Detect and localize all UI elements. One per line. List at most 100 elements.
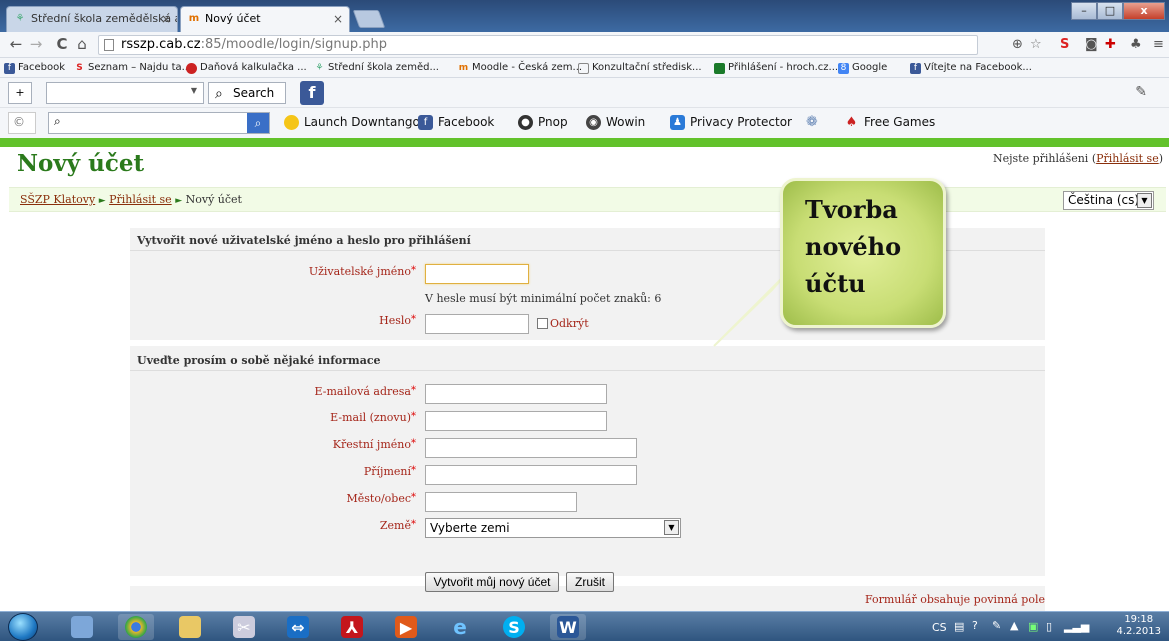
extension-icon[interactable]: ◙ <box>1085 37 1098 52</box>
addon-icon-button[interactable]: ❁ <box>806 112 818 132</box>
wrench-icon[interactable]: ✎ <box>1135 84 1147 100</box>
extension2-icon[interactable]: ♣ <box>1130 37 1142 52</box>
addon-search-input[interactable]: ⌕ ⌕ <box>48 112 270 134</box>
school-favicon-icon: ⚘ <box>15 13 25 24</box>
add-dropdown[interactable]: + <box>8 82 32 104</box>
system-tray: CS ▤ ? ✎ ▲ ▣ ▯ ▂▃▅ 19:18 4.2.2013 <box>924 612 1169 642</box>
breadcrumb-home-link[interactable]: SŠZP Klatovy <box>20 193 95 206</box>
clock[interactable]: 19:18 4.2.2013 <box>1116 614 1161 638</box>
show-hidden-icons[interactable]: ▲ <box>1010 619 1018 632</box>
reveal-password-checkbox[interactable] <box>537 318 548 329</box>
seznam-icon: S <box>76 63 83 73</box>
back-arrow-icon[interactable]: ← <box>6 35 26 53</box>
taskbar-player[interactable]: ▶ <box>388 614 424 640</box>
toolbar-search-button[interactable]: ⌕ Search <box>208 82 286 104</box>
taskbar-folder[interactable] <box>172 614 208 640</box>
keyboard-icon[interactable]: ▤ <box>954 620 964 633</box>
zoom-icon[interactable]: ⊕ <box>1012 37 1023 52</box>
taskbar-teamviewer[interactable]: ⇔ <box>280 614 316 640</box>
help-icon[interactable]: ? <box>972 619 978 632</box>
address-bar[interactable]: rsszp.cab.cz:85/moodle/login/signup.php <box>98 35 978 55</box>
taskbar-ie[interactable]: e <box>442 614 478 640</box>
close-tab-icon[interactable]: × <box>333 7 343 31</box>
city-input[interactable] <box>425 492 577 512</box>
bookmark-item[interactable]: Konzultační středisk... <box>578 58 702 77</box>
firstname-input[interactable] <box>425 438 637 458</box>
addon-search-button[interactable]: ⌕ <box>247 113 269 133</box>
maximize-button[interactable]: □ <box>1097 2 1123 20</box>
pen-icon[interactable]: ✎ <box>992 619 1001 632</box>
battery-icon[interactable]: ▯ <box>1046 620 1052 633</box>
flag-extension-icon[interactable]: ✚ <box>1105 37 1116 52</box>
email-input[interactable] <box>425 384 607 404</box>
taskbar-word[interactable]: W <box>550 614 586 640</box>
navigation-bar: ← → C ⌂ rsszp.cab.cz:85/moodle/login/sig… <box>0 32 1169 58</box>
free-games-button[interactable]: ♠ Free Games <box>844 112 936 132</box>
moodle-icon: m <box>458 63 469 73</box>
tab-new-account[interactable]: m Nový účet × <box>180 6 350 32</box>
addon-menu-button[interactable]: © <box>8 112 36 134</box>
start-button[interactable] <box>8 613 38 641</box>
seznam-extension-icon[interactable]: S <box>1060 37 1069 52</box>
breadcrumb-login-link[interactable]: Přihlásit se <box>109 193 172 206</box>
login-link[interactable]: Přihlásit se <box>1096 152 1159 165</box>
language-indicator[interactable]: CS <box>932 621 947 634</box>
search-toolbar: + ▼ ⌕ Search f ✎ <box>0 78 1169 108</box>
menu-icon[interactable]: ≡ <box>1153 37 1164 52</box>
teamviewer-icon: ⇔ <box>287 616 309 638</box>
media-player-icon: ▶ <box>395 616 417 638</box>
tab-school[interactable]: ⚘ Střední škola zemědělská a × <box>6 6 178 32</box>
password-input[interactable] <box>425 314 529 334</box>
facebook-notification-icon[interactable]: f <box>300 81 324 105</box>
dropdown-arrow-icon: ▼ <box>190 86 197 95</box>
taskbar-snipping[interactable]: ✂ <box>226 614 262 640</box>
new-tab-button[interactable] <box>352 10 386 28</box>
required-icon: * <box>411 411 416 422</box>
taskbar-acrobat[interactable]: ⅄ <box>334 614 370 640</box>
tray-app-icon[interactable]: ▣ <box>1028 620 1038 633</box>
facebook-toolbar-button[interactable]: f Facebook <box>418 112 494 132</box>
url-path: :85/moodle/login/signup.php <box>200 37 387 52</box>
taskbar-explorer[interactable] <box>64 614 100 640</box>
internet-explorer-icon: e <box>453 615 467 639</box>
bookmark-item[interactable]: ⚘ Střední škola zeměd... <box>314 58 439 77</box>
close-window-button[interactable]: x <box>1123 2 1165 20</box>
bookmark-item[interactable]: Přihlášení - hroch.cz... <box>714 58 838 77</box>
taskbar-chrome[interactable] <box>118 614 154 640</box>
bookmark-item[interactable]: 8 Google <box>838 58 887 77</box>
url-host: rsszp.cab.cz <box>121 37 201 52</box>
language-select[interactable]: Čeština (cs) ▼ <box>1063 191 1154 210</box>
country-select[interactable]: Vyberte zemi ▼ <box>425 518 681 538</box>
reload-icon[interactable]: C <box>52 35 72 53</box>
toolbar-search-input[interactable]: ▼ <box>46 82 204 104</box>
pnop-button[interactable]: ● Pnop <box>518 112 568 132</box>
launch-downtango-button[interactable]: Launch Downtango <box>284 112 420 132</box>
scissors-icon: ✂ <box>233 616 255 638</box>
create-account-button[interactable]: Vytvořit můj nový účet <box>425 572 559 592</box>
bookmark-item[interactable]: Daňová kalkulačka ... <box>186 58 307 77</box>
tab-title: Nový účet <box>205 12 261 25</box>
desktop-icon <box>71 616 93 638</box>
forward-arrow-icon[interactable]: → <box>26 35 46 53</box>
bookmark-star-icon[interactable]: ☆ <box>1030 37 1042 52</box>
bookmark-item[interactable]: m Moodle - Česká zem... <box>458 58 582 77</box>
privacy-protector-button[interactable]: ♟ Privacy Protector <box>670 112 792 132</box>
email-again-label: E-mail (znovu)* <box>330 411 416 424</box>
close-tab-icon[interactable]: × <box>161 7 171 31</box>
email-label: E-mailová adresa* <box>314 385 416 398</box>
home-icon[interactable]: ⌂ <box>72 35 92 53</box>
bookmark-item[interactable]: S Seznam – Najdu ta... <box>74 58 191 77</box>
lastname-input[interactable] <box>425 465 637 485</box>
cancel-button[interactable]: Zrušit <box>566 572 614 592</box>
minimize-button[interactable]: – <box>1071 2 1097 20</box>
wowin-icon: ◉ <box>586 115 601 130</box>
email-again-input[interactable] <box>425 411 607 431</box>
breadcrumb-separator-icon: ► <box>98 196 106 206</box>
bookmark-item[interactable]: f Facebook <box>4 58 65 77</box>
bookmark-item[interactable]: f Vítejte na Facebook... <box>910 58 1032 77</box>
username-input[interactable] <box>425 264 529 284</box>
password-rule-note: V hesle musí být minimální počet znaků: … <box>425 292 662 305</box>
taskbar-skype[interactable]: S <box>496 614 532 640</box>
signal-icon[interactable]: ▂▃▅ <box>1064 620 1089 633</box>
wowin-button[interactable]: ◉ Wowin <box>586 112 645 132</box>
